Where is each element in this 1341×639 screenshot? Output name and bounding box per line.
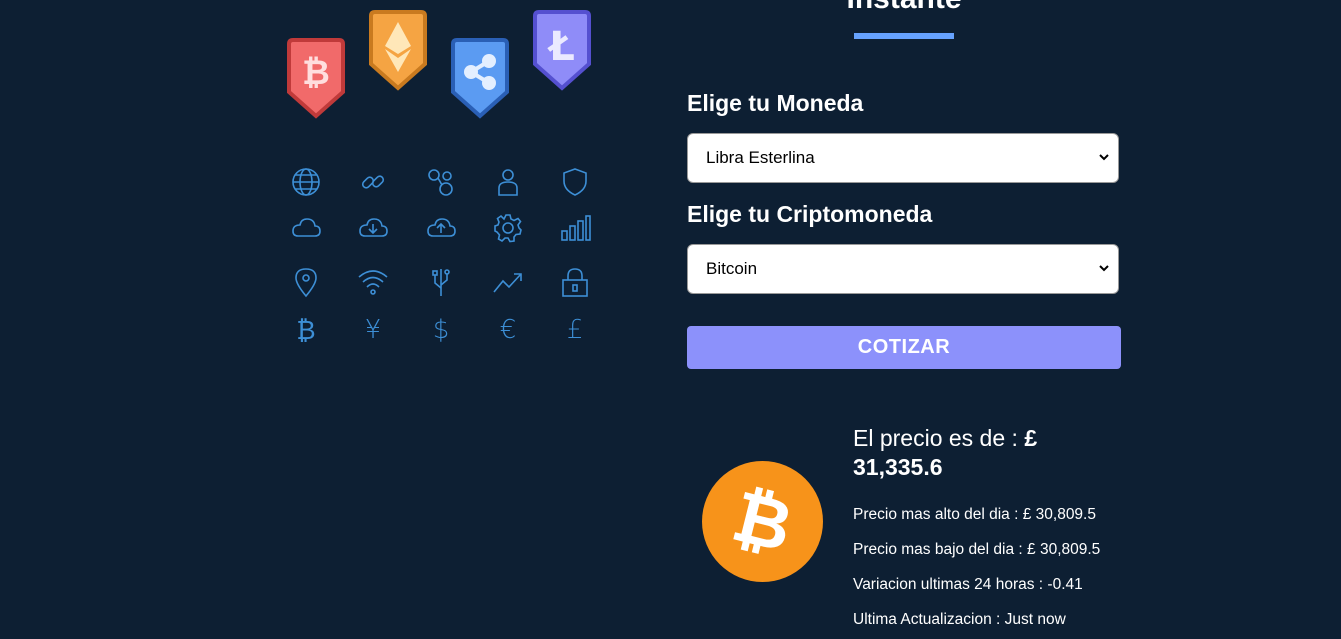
bitcoin-badge-icon: ₿ [287, 38, 345, 119]
user-icon [488, 162, 528, 202]
bitcoin-logo-icon: ₿ [702, 461, 823, 582]
hero-illustration: ₿ Ł ₿ ¥ $ € £ [280, 0, 610, 639]
trend-up-icon [488, 262, 528, 302]
bitcoin-symbol-icon: ₿ [296, 315, 316, 346]
euro-icon: € [499, 315, 517, 345]
quote-panel: Instante Elige tu Moneda Libra Esterlina… [686, 0, 1122, 639]
price-change-24h: Variacion ultimas 24 horas : -0.41 [853, 576, 1083, 593]
crypto-select[interactable]: Bitcoin [687, 244, 1119, 294]
chevron-down-icon [1099, 154, 1109, 161]
price-high: Precio mas alto del dia : £ 30,809.5 [853, 506, 1096, 523]
cloud-icon [286, 208, 326, 248]
globe-icon [286, 162, 326, 202]
chevron-down-icon [1099, 265, 1109, 272]
quote-button[interactable]: COTIZAR [687, 326, 1121, 369]
lock-icon [555, 262, 595, 302]
bar-chart-icon [555, 208, 595, 248]
ethereum-badge-icon [369, 10, 427, 91]
shield-icon [555, 162, 595, 202]
price-main: El precio es de : £ 31,335.6 [853, 424, 1113, 482]
link-icon [353, 162, 393, 202]
svg-text:Ł: Ł [547, 24, 575, 70]
currency-select-value: Libra Esterlina [706, 148, 815, 167]
page-title: Instante [686, 0, 1122, 16]
dollar-icon: $ [432, 315, 450, 345]
last-updated: Ultima Actualizacion : Just now [853, 611, 1066, 628]
cloud-download-icon [353, 208, 393, 248]
price-low: Precio mas bajo del dia : £ 30,809.5 [853, 541, 1101, 558]
usb-icon [421, 262, 461, 302]
cloud-upload-icon [421, 208, 461, 248]
pound-icon: £ [566, 315, 584, 345]
ripple-badge-icon [451, 38, 509, 119]
crypto-select-value: Bitcoin [706, 259, 758, 278]
title-underline [854, 33, 954, 39]
svg-text:₿: ₿ [302, 53, 330, 93]
yen-icon: ¥ [364, 315, 382, 345]
map-pin-icon [286, 262, 326, 302]
wifi-icon [353, 262, 393, 302]
gear-icon [488, 208, 528, 248]
price-prefix: El precio es de : [853, 425, 1025, 451]
currency-select[interactable]: Libra Esterlina [687, 133, 1119, 183]
crypto-badges: ₿ Ł [280, 0, 610, 130]
currency-label: Elige tu Moneda [687, 90, 864, 116]
price-result: El precio es de : £ 31,335.6 Precio mas … [853, 424, 1113, 628]
nodes-icon [421, 162, 461, 202]
crypto-label: Elige tu Criptomoneda [687, 201, 933, 227]
litecoin-badge-icon: Ł [533, 10, 591, 91]
